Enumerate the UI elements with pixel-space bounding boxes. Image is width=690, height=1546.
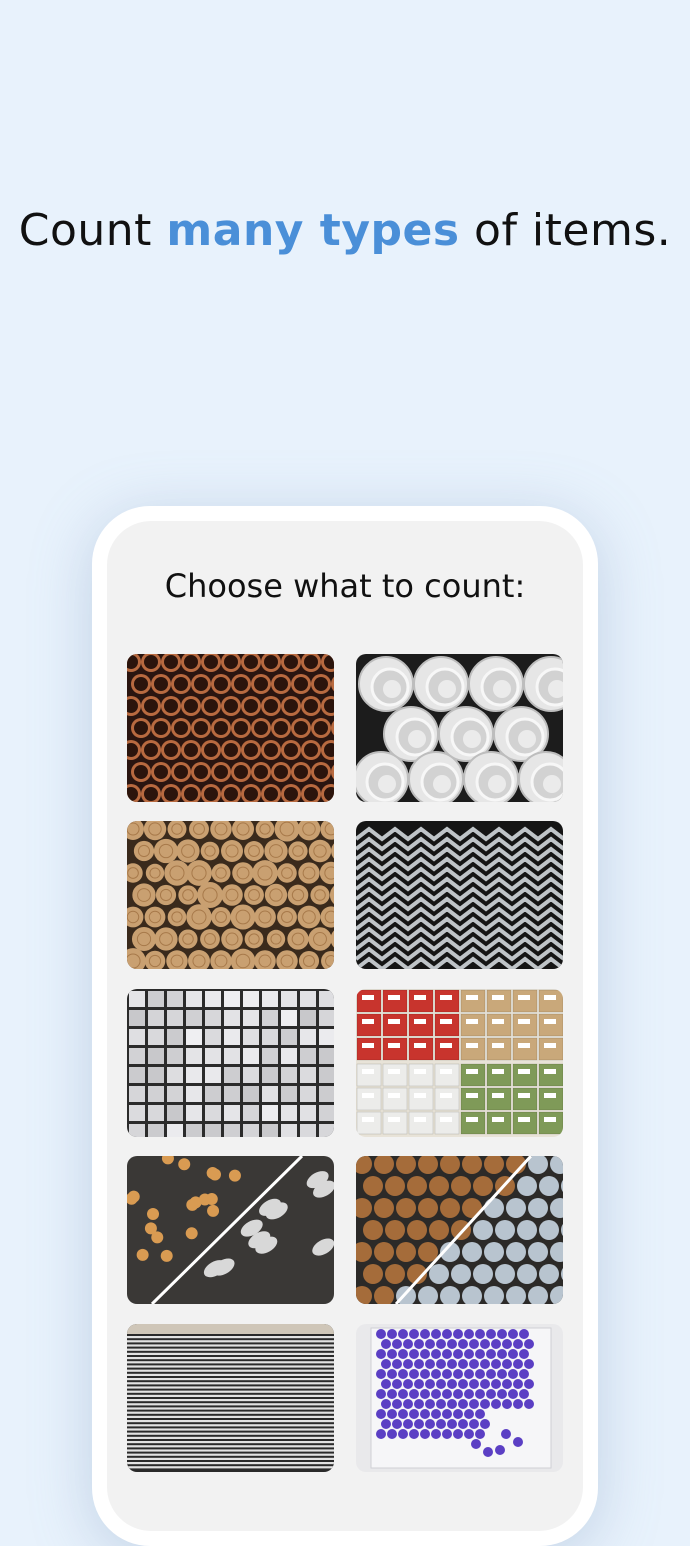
tile-copper-pipes[interactable] [127,654,334,802]
screen-title: Choose what to count: [164,567,526,605]
tile-steel-angles[interactable] [356,821,563,969]
tile-rebar-ends[interactable] [356,1156,563,1304]
copper-pipes-image [127,654,334,802]
vials-image [356,1324,563,1472]
tile-pvc-pipes[interactable] [356,654,563,802]
rebar-ends-image [356,1156,563,1304]
tile-vials[interactable] [356,1324,563,1472]
headline-prefix: Count [18,205,167,256]
phone-screen: Choose what to count: [107,521,583,1531]
pills-image [127,1156,334,1304]
tile-timber-logs[interactable] [127,821,334,969]
sheet-stack-image [127,1324,334,1472]
headline: Count many types of items. [0,205,690,256]
boxes-image [356,989,563,1137]
pvc-pipes-image [356,654,563,802]
tile-metal-bars[interactable] [127,989,334,1137]
tile-pills[interactable] [127,1156,334,1304]
timber-logs-image [127,821,334,969]
metal-bars-image [127,989,334,1137]
steel-angles-image [356,821,563,969]
tile-boxes[interactable] [356,989,563,1137]
headline-suffix: of items. [459,205,672,256]
headline-accent: many types [166,205,460,256]
tile-sheet-stack[interactable] [127,1324,334,1472]
